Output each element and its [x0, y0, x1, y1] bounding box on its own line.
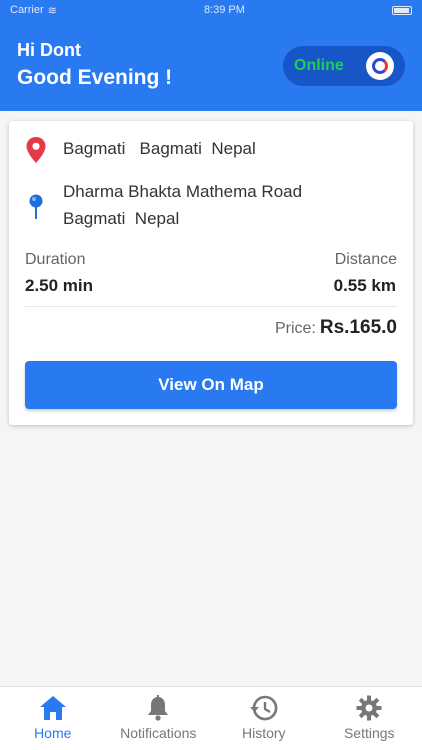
pickup-address: Bagmati Bagmati Nepal — [63, 139, 256, 158]
nav-label-home: Home — [34, 725, 72, 741]
header: Hi Dont Good Evening ! Online — [0, 20, 422, 111]
price-label: Price: — [274, 320, 316, 337]
app-logo-icon — [372, 58, 388, 74]
nav-item-history[interactable]: History — [211, 687, 317, 750]
status-time: 8:39 PM — [203, 4, 245, 16]
nav-item-notifications[interactable]: Notifications — [106, 687, 212, 750]
greeting-name: Hi Dont — [17, 40, 81, 60]
online-status-label: Online — [294, 57, 344, 74]
pickup-pin-icon — [26, 137, 46, 168]
online-toggle[interactable]: Online — [283, 46, 405, 86]
status-bar: Carrier ≋ 8:39 PM — [0, 0, 422, 20]
view-on-map-button[interactable]: View On Map — [25, 361, 397, 409]
ride-card: Bagmati Bagmati Nepal Dharma Bhakta Math… — [9, 121, 413, 425]
nav-label-notifications: Notifications — [120, 725, 197, 741]
bell-icon — [144, 695, 172, 721]
toggle-knob — [366, 52, 394, 80]
distance-value: 0.55 km — [333, 276, 396, 295]
bottom-nav: Home Notifications History Settings — [0, 686, 422, 750]
nav-label-settings: Settings — [343, 725, 395, 741]
nav-label-history: History — [241, 725, 286, 741]
dropoff-address: Dharma Bhakta Mathema Road Bagmati Nepal — [63, 182, 303, 228]
duration-label: Duration — [25, 251, 86, 268]
wifi-icon: ≋ — [47, 4, 57, 17]
dropoff-pin-icon — [29, 194, 43, 225]
duration-value: 2.50 min — [25, 276, 94, 295]
nav-item-home[interactable]: Home — [0, 687, 106, 750]
home-icon — [39, 695, 67, 721]
distance-label: Distance — [334, 251, 397, 268]
price-value: Rs.165.0 — [319, 317, 397, 338]
greeting-time: Good Evening ! — [17, 66, 173, 89]
history-icon — [249, 695, 278, 721]
divider — [25, 306, 397, 307]
nav-item-settings[interactable]: Settings — [317, 687, 422, 750]
price-row: Price: Rs.165.0 — [275, 317, 397, 339]
carrier-label: Carrier — [10, 4, 44, 16]
gear-icon — [355, 695, 383, 721]
battery-icon — [392, 5, 412, 15]
status-bar-left: Carrier ≋ — [10, 4, 57, 17]
